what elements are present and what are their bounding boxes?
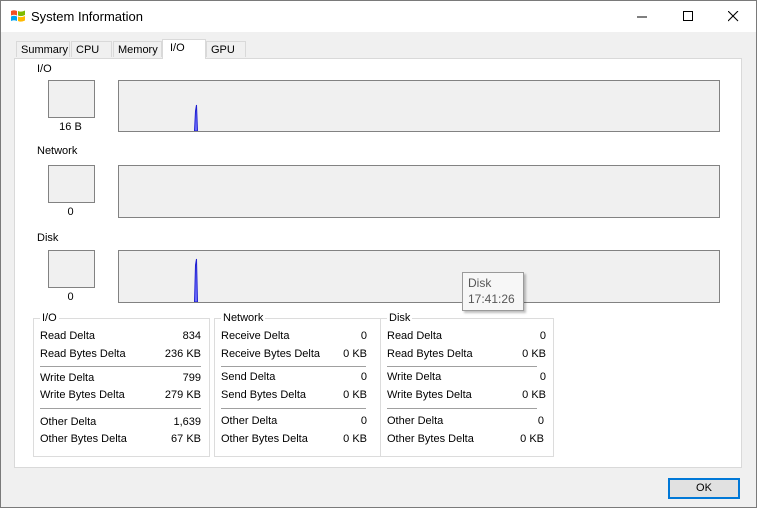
disk-other-bytes-delta-label: Other Bytes Delta [387, 433, 474, 445]
network-receive-delta-label: Receive Delta [221, 330, 290, 342]
minimize-button[interactable] [619, 1, 665, 32]
close-button[interactable] [710, 1, 756, 32]
io-stats-title: I/O [40, 312, 59, 324]
io-graph-spike [193, 104, 199, 131]
title-bar[interactable]: System Information [1, 1, 756, 32]
network-receive-bytes-delta-value: 0 KB [343, 348, 367, 360]
disk-write-delta-value: 0 [539, 371, 546, 383]
disk-mini-graph [48, 250, 95, 288]
tab-memory[interactable]: Memory [113, 41, 162, 57]
io-write-bytes-delta-label: Write Bytes Delta [40, 389, 125, 401]
disk-other-delta-value: 0 [537, 415, 544, 427]
network-other-delta-label: Other Delta [221, 415, 278, 427]
network-send-delta-label: Send Delta [221, 371, 276, 383]
window-title: System Information [31, 9, 143, 24]
divider [40, 408, 201, 409]
divider [221, 366, 366, 367]
network-send-bytes-delta-label: Send Bytes Delta [221, 389, 306, 401]
network-history-graph [118, 165, 720, 218]
io-other-delta-value: 1,639 [173, 416, 201, 428]
tooltip-title: Disk [468, 276, 492, 290]
windows-flag-icon [10, 8, 26, 24]
network-send-bytes-delta-value: 0 KB [343, 389, 367, 401]
close-icon [728, 11, 739, 22]
disk-stats-group: Disk Read Delta 0 Read Bytes Delta 0 KB … [380, 312, 554, 457]
network-send-delta-value: 0 [360, 371, 367, 383]
network-other-bytes-delta-value: 0 KB [343, 433, 367, 445]
divider [40, 366, 201, 367]
disk-other-bytes-delta-value: 0 KB [520, 433, 544, 445]
tab-gpu[interactable]: GPU [206, 41, 246, 57]
network-other-bytes-delta-label: Other Bytes Delta [221, 433, 308, 445]
disk-write-delta-label: Write Delta [387, 371, 442, 383]
tab-io[interactable]: I/O [162, 39, 206, 59]
io-current-value: 16 B [59, 121, 82, 133]
divider [387, 408, 537, 409]
tooltip-time: 17:41:26 [468, 292, 515, 306]
disk-current-value: 0 [67, 291, 74, 303]
network-section-label: Network [37, 145, 78, 157]
disk-other-delta-label: Other Delta [387, 415, 444, 427]
io-section-label: I/O [37, 63, 52, 75]
io-read-delta-value: 834 [182, 330, 201, 342]
disk-write-bytes-delta-value: 0 KB [522, 389, 546, 401]
io-tab-panel: I/O 16 B Network 0 Disk 0 I/O Read Delta… [14, 58, 742, 468]
io-read-delta-label: Read Delta [40, 330, 96, 342]
maximize-button[interactable] [665, 1, 711, 32]
network-mini-graph [48, 165, 95, 203]
io-stats-group: I/O Read Delta 834 Read Bytes Delta 236 … [33, 312, 210, 457]
io-write-bytes-delta-value: 279 KB [164, 389, 201, 401]
system-information-window: System Information Summary CPU Memory I/… [0, 0, 757, 508]
disk-read-delta-value: 0 [539, 330, 546, 342]
disk-read-delta-label: Read Delta [387, 330, 443, 342]
io-read-bytes-delta-value: 236 KB [164, 348, 201, 360]
disk-section-label: Disk [37, 232, 59, 244]
network-receive-delta-value: 0 [360, 330, 367, 342]
divider [387, 366, 537, 367]
io-write-delta-value: 799 [182, 372, 201, 384]
network-other-delta-value: 0 [360, 415, 367, 427]
network-stats-group: Network Receive Delta 0 Receive Bytes De… [214, 312, 384, 457]
disk-stats-title: Disk [387, 312, 413, 324]
network-receive-bytes-delta-label: Receive Bytes Delta [221, 348, 321, 360]
tab-summary[interactable]: Summary [16, 41, 70, 57]
io-history-graph [118, 80, 720, 132]
io-other-bytes-delta-label: Other Bytes Delta [40, 433, 127, 445]
network-stats-title: Network [221, 312, 266, 324]
disk-graph-tooltip: Disk 17:41:26 [462, 272, 524, 311]
io-write-delta-label: Write Delta [40, 372, 95, 384]
maximize-icon [683, 11, 693, 21]
io-other-bytes-delta-value: 67 KB [171, 433, 201, 445]
network-current-value: 0 [67, 206, 74, 218]
io-read-bytes-delta-label: Read Bytes Delta [40, 348, 126, 360]
tab-cpu[interactable]: CPU [71, 41, 112, 57]
io-other-delta-label: Other Delta [40, 416, 97, 428]
ok-button[interactable]: OK [668, 478, 740, 499]
minimize-icon [637, 16, 647, 18]
io-mini-graph [48, 80, 95, 118]
divider [221, 408, 366, 409]
disk-read-bytes-delta-label: Read Bytes Delta [387, 348, 473, 360]
disk-history-graph [118, 250, 720, 303]
disk-read-bytes-delta-value: 0 KB [522, 348, 546, 360]
disk-graph-spike [193, 258, 199, 302]
disk-write-bytes-delta-label: Write Bytes Delta [387, 389, 472, 401]
